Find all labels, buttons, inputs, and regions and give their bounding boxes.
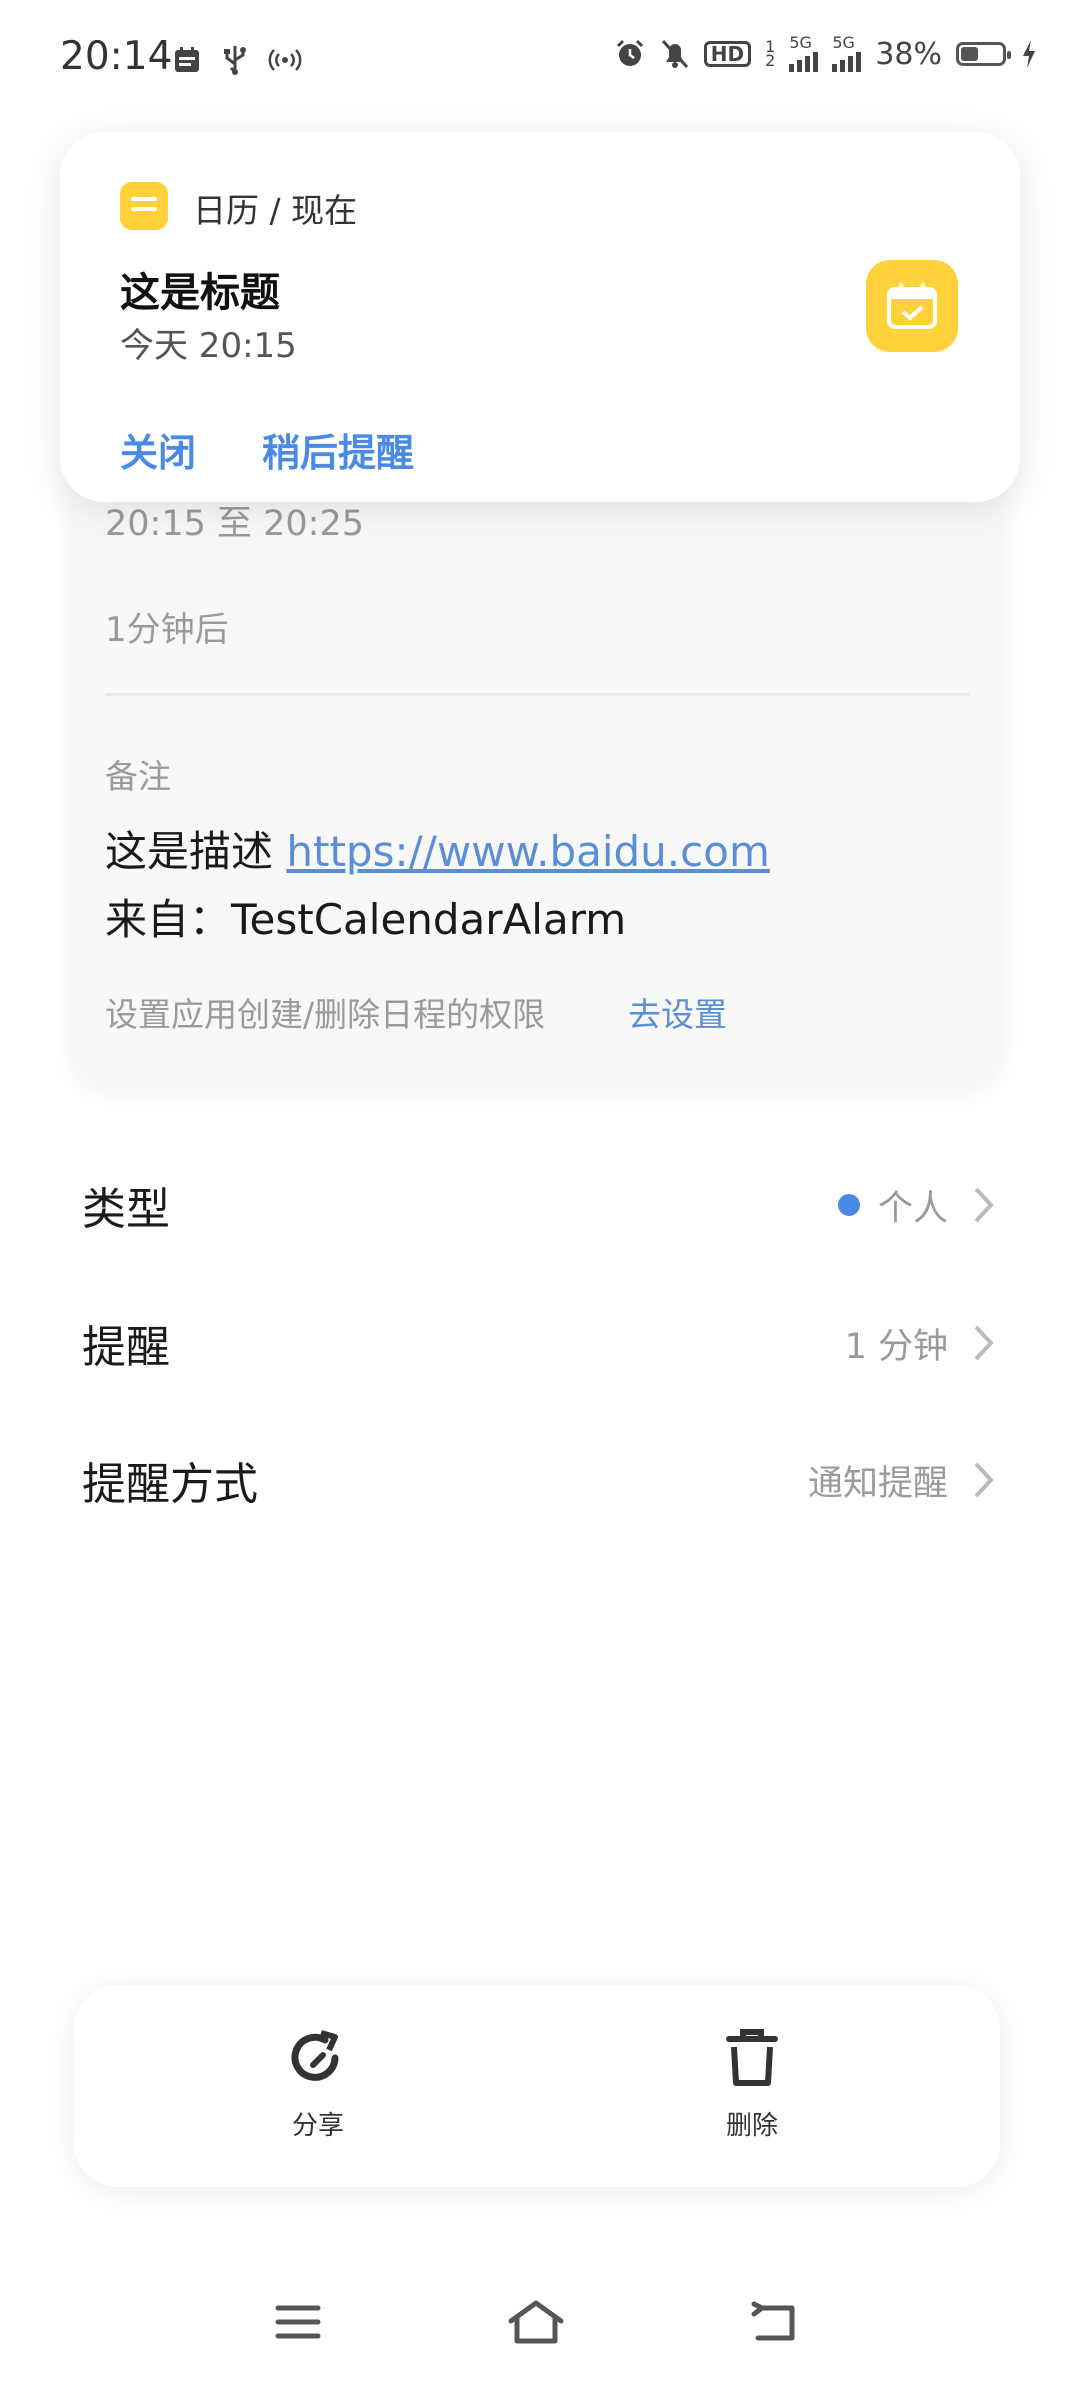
row-label: 提醒方式 (82, 1459, 258, 1510)
row-label: 提醒 (82, 1322, 170, 1373)
row-label: 类型 (82, 1184, 170, 1235)
usb-icon (222, 44, 248, 76)
go-settings-link[interactable]: 去设置 (628, 988, 727, 1036)
menu-icon (274, 2302, 322, 2346)
status-right-icons: HD 1 2 5G 5G 38% (614, 35, 1038, 72)
alarm-icon (614, 38, 646, 70)
calendar-app-icon (120, 182, 168, 230)
delete-label: 删除 (725, 2111, 778, 2141)
menu-button[interactable] (268, 2298, 328, 2350)
event-reminder: 1分钟后 (105, 610, 229, 650)
battery-icon (956, 42, 1011, 66)
back-icon (750, 2300, 802, 2348)
home-icon (507, 2299, 565, 2349)
chevron-right-icon (970, 1460, 998, 1500)
chevron-right-icon (970, 1185, 998, 1225)
navigation-bar (0, 2270, 1080, 2370)
hotspot-icon (268, 46, 302, 74)
notification-time: 今天 20:15 (120, 326, 297, 366)
close-button[interactable]: 关闭 (120, 422, 196, 477)
row-reminder-method[interactable]: 提醒方式 通知提醒 (82, 1435, 998, 1525)
status-bar: 20:14 HD 1 2 5G 5G 38% (0, 0, 1080, 120)
charging-icon (1020, 39, 1038, 69)
row-value: 1 分钟 (844, 1326, 948, 1367)
note-label: 备注 (105, 757, 171, 796)
remind-later-button[interactable]: 稍后提醒 (262, 422, 414, 477)
row-value: 通知提醒 (807, 1463, 948, 1504)
event-notification[interactable]: 日历 / 现在 这是标题 今天 20:15 关闭 稍后提醒 (60, 132, 1020, 502)
row-type[interactable]: 类型 个人 (82, 1160, 998, 1250)
chevron-right-icon (970, 1323, 998, 1363)
event-source: 来自：TestCalendarAlarm (105, 895, 627, 944)
notification-app-name: 日历 / 现在 (193, 191, 358, 230)
signal-icon (832, 50, 862, 72)
notification-title: 这是标题 (120, 270, 280, 316)
status-time: 20:14 (60, 34, 173, 79)
home-button[interactable] (506, 2298, 566, 2350)
share-icon (285, 2030, 351, 2095)
share-button[interactable]: 分享 (238, 2025, 398, 2142)
event-time-range: 20:15 至 20:25 (105, 504, 364, 544)
type-color-dot (837, 1194, 860, 1216)
calendar-check-icon (866, 260, 958, 352)
status-left-icons (172, 44, 302, 76)
mute-icon (660, 38, 690, 70)
row-reminder[interactable]: 提醒 1 分钟 (82, 1298, 998, 1388)
signal-icon (789, 50, 819, 72)
trash-icon (719, 2029, 785, 2095)
action-bar: 分享 删除 (74, 1985, 1000, 2187)
permission-text: 设置应用创建/删除日程的权限 (105, 995, 546, 1034)
description-text: 这是描述 (105, 827, 287, 876)
hd-badge: HD (703, 41, 752, 67)
delete-button[interactable]: 删除 (672, 2025, 832, 2142)
back-button[interactable] (746, 2298, 806, 2350)
hd-sim-numbers: 1 2 (765, 37, 776, 70)
row-value: 个人 (877, 1188, 948, 1229)
network-2: 5G (832, 35, 862, 72)
description-link[interactable]: https://www.baidu.com (286, 827, 770, 876)
share-label: 分享 (291, 2111, 344, 2141)
event-description: 这是描述 https://www.baidu.com (105, 818, 770, 879)
calendar-notify-icon (172, 45, 202, 75)
network-1: 5G (789, 35, 819, 72)
battery-percent: 38% (875, 36, 942, 72)
divider (105, 693, 969, 696)
calendar-event-screen: 20:14 HD 1 2 5G 5G 38% 20:15 至 20:25 1分钟… (0, 0, 1080, 2388)
